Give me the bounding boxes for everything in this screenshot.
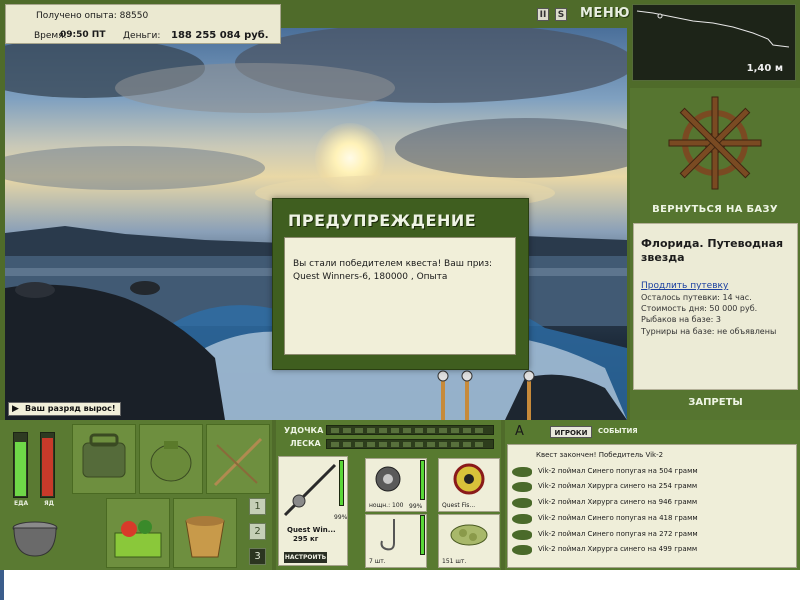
poison-meter [40, 432, 55, 498]
rank-up-notice[interactable]: ▶ Ваш разряд вырос! [8, 402, 121, 416]
game-window: Получено опыта: 88550 Время: 09:50 ПТ Де… [0, 0, 800, 570]
tab-players[interactable]: ИГРОКИ [550, 426, 592, 438]
poison-label: ЯД [44, 500, 54, 507]
extend-permit-link[interactable]: Продлить путевку [641, 281, 728, 291]
location-panel: Флорида. Путеводная звезда Продлить путе… [633, 223, 798, 390]
anglers-text: Рыбаков на базе: 3 [641, 315, 721, 324]
vegetable-basket-icon [114, 520, 162, 558]
list-item: Vik-2 поймал Хирурга синего на 946 грамм [510, 496, 796, 510]
rank-up-text: Ваш разряд вырос! [25, 404, 116, 413]
hook-bar [420, 515, 425, 555]
backpack-slot[interactable] [139, 424, 203, 494]
food-label: ЕДА [14, 500, 29, 507]
cauldron-icon[interactable] [10, 518, 60, 560]
fish-icon [512, 514, 532, 524]
list-item: Vik-2 поймал Синего попугая на 418 грамм [510, 512, 796, 526]
bait-icon [450, 524, 488, 546]
hook-caption: 7 шт. [369, 558, 386, 565]
return-to-base-button[interactable]: ВЕРНУТЬСЯ НА БАЗУ [630, 204, 800, 215]
list-item: Vik-2 поймал Синего попугая на 272 грамм [510, 528, 796, 542]
tournaments-text: Турниры на базе: не объявлены [641, 327, 777, 336]
rod-max-weight: 295 кг [293, 535, 319, 543]
level-button-3[interactable]: 3 [249, 548, 266, 565]
line-slot[interactable]: Quest Fis... [438, 458, 500, 512]
bait-caption: 151 шт. [442, 558, 467, 565]
food-meter-fill [15, 441, 26, 496]
dialog-title: ПРЕДУПРЕЖДЕНИЕ [288, 211, 477, 230]
bait-slot[interactable]: 151 шт. [438, 514, 500, 568]
fish-icon [512, 545, 532, 555]
sack-icon [150, 441, 192, 482]
log-header: Квест закончен! Победитель Vik-2 [536, 451, 664, 459]
list-item: Vik-2 поймал Хирурга синего на 254 грамм [510, 480, 796, 494]
list-item: Vik-2 поймал Хирурга синего на 499 грамм [510, 543, 796, 557]
line-caption: Quest Fis... [442, 502, 476, 509]
money-value: 188 255 084 руб. [171, 30, 269, 41]
fish-icon [512, 482, 532, 492]
player-info-panel: Получено опыта: 88550 Время: 09:50 ПТ Де… [5, 4, 281, 44]
location-title: Флорида. Путеводная звезда [641, 237, 784, 264]
bag-icon [82, 433, 126, 478]
hook-slot[interactable]: 7 шт. [365, 514, 427, 568]
arrow-right-icon: ▶ [12, 404, 19, 414]
money-label: Деньги: [123, 31, 161, 41]
dialog-message: Вы стали победителем квеста! Ваш приз: Q… [284, 237, 516, 355]
sound-button[interactable]: S [555, 8, 567, 21]
players-log: Квест закончен! Победитель Vik-2 Vik-2 п… [507, 444, 797, 568]
float-marker [657, 13, 663, 19]
fish-icon [512, 530, 532, 540]
permit-left-text: Осталось путевки: 14 час. [641, 293, 752, 302]
day-cost-text: Стоимость дня: 50 000 руб. [641, 304, 758, 313]
bucket-icon [185, 516, 225, 558]
bucket-slot[interactable] [173, 498, 237, 568]
fish-icon [512, 498, 532, 508]
compass-icon[interactable]: A [515, 424, 524, 439]
time-value: 09:50 ПТ [60, 30, 106, 40]
line-label: ЛЕСКА [290, 439, 321, 448]
level-button-2[interactable]: 2 [249, 523, 266, 540]
setup-button[interactable]: НАСТРОИТЬ [284, 552, 327, 563]
poison-meter-fill [42, 438, 53, 496]
reel-condition-bar [420, 460, 425, 500]
bans-button[interactable]: ЗАПРЕТЫ [633, 397, 798, 408]
rod-condition-bar [339, 460, 344, 506]
scroll-marker [0, 570, 4, 600]
menu-button[interactable]: МЕНЮ [580, 6, 630, 21]
reel-caption: нощн.: 100 [369, 502, 404, 509]
line-tension-bar [326, 439, 494, 449]
experience-text: Получено опыта: 88550 [36, 11, 149, 21]
tackle-bag-slot[interactable] [72, 424, 136, 494]
food-basket-slot[interactable] [106, 498, 170, 568]
warning-dialog: ПРЕДУПРЕЖДЕНИЕ Вы стали победителем квес… [272, 198, 529, 370]
fish-icon [512, 467, 532, 477]
rod-slot[interactable]: 99% Quest Win... 295 кг НАСТРОИТЬ [278, 456, 348, 566]
tools-slot[interactable] [206, 424, 270, 494]
rod-tension-bar [326, 425, 494, 435]
page-bottom [0, 570, 800, 600]
hook-icon [380, 519, 395, 551]
pause-button[interactable]: II [537, 8, 549, 21]
tools-icon [213, 437, 263, 487]
food-meter [13, 432, 28, 498]
reel-condition-text: 99% [409, 503, 423, 510]
tab-events[interactable]: СОБЫТИЯ [598, 427, 638, 435]
level-button-1[interactable]: 1 [249, 498, 266, 515]
reel-condition: 99% [405, 458, 429, 512]
rod-condition: 99% [334, 514, 348, 521]
ship-wheel-icon[interactable] [630, 88, 800, 198]
line-spool-icon [453, 463, 485, 495]
depth-value: 1,40 м [746, 63, 783, 74]
rod-label: УДОЧКА [284, 426, 324, 435]
list-item: Vik-2 поймал Синего попугая на 504 грамм [510, 465, 796, 479]
depth-chart: 1,40 м [632, 4, 796, 81]
rod-name: Quest Win... [287, 526, 336, 534]
